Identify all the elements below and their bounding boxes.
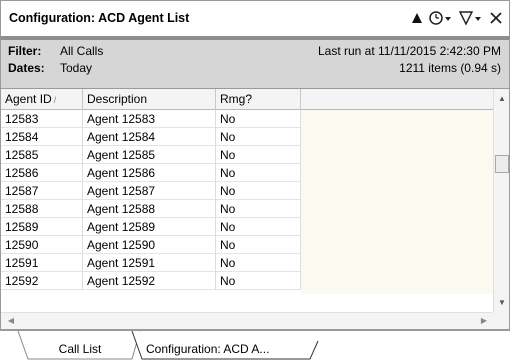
table-row[interactable]: 12587 Agent 12587 No [1,182,301,200]
agent-grid: Agent ID / Description Rmg? 12583 Agent 12… [0,88,510,330]
sort-indicator-icon: / [53,95,57,105]
cell-rmg: No [216,236,301,254]
tab-configuration[interactable]: Configuration: ACD A... [140,339,310,359]
table-row[interactable]: 12591 Agent 12591 No [1,254,301,272]
horizontal-scrollbar[interactable]: ◀ ▶ [1,312,494,329]
cell-description: Agent 12583 [83,110,216,128]
tab-call-list[interactable]: Call List [30,339,130,359]
cell-description: Agent 12591 [83,254,216,272]
clock-dropdown-icon[interactable] [429,8,453,28]
cell-description: Agent 12588 [83,200,216,218]
vertical-scrollbar[interactable]: ▲ ▼ [493,89,509,313]
table-row[interactable]: 12588 Agent 12588 No [1,200,301,218]
scrollbar-corner [492,312,509,329]
grid-empty-area [301,110,494,294]
scroll-right-icon[interactable]: ▶ [476,313,492,329]
up-triangle-icon[interactable] [411,8,423,28]
cell-rmg: No [216,128,301,146]
table-row[interactable]: 12583 Agent 12583 No [1,110,301,128]
cell-agent-id: 12583 [1,110,83,128]
cell-rmg: No [216,200,301,218]
filter-row: Filter: All Calls [8,44,103,60]
cell-rmg: No [216,272,301,290]
vertical-scroll-thumb[interactable] [495,155,509,173]
cell-rmg: No [216,146,301,164]
cell-description: Agent 12590 [83,236,216,254]
table-row[interactable]: 12592 Agent 12592 No [1,272,301,290]
cell-rmg: No [216,164,301,182]
filter-value: All Calls [60,44,104,58]
scroll-down-icon[interactable]: ▼ [494,295,509,311]
dates-label: Dates: [8,61,45,75]
dates-value: Today [60,61,93,75]
cell-rmg: No [216,254,301,272]
window-title: Configuration: ACD Agent List [9,11,190,25]
cell-description: Agent 12587 [83,182,216,200]
filter-dropdown-icon[interactable] [459,8,483,28]
cell-agent-id: 12586 [1,164,83,182]
last-run-text: Last run at 11/11/2015 2:42:30 PM [317,44,501,58]
filter-label: Filter: [8,44,42,58]
window-titlebar: Configuration: ACD Agent List [0,0,510,36]
cell-description: Agent 12585 [83,146,216,164]
cell-agent-id: 12588 [1,200,83,218]
cell-agent-id: 12585 [1,146,83,164]
column-header-agent-id[interactable]: Agent ID / [1,89,83,110]
table-row[interactable]: 12586 Agent 12586 No [1,164,301,182]
column-header-description[interactable]: Description [83,89,216,110]
scroll-up-icon[interactable]: ▲ [494,91,509,107]
table-row[interactable]: 12585 Agent 12585 No [1,146,301,164]
report-info-bar: Filter: All Calls Dates: Today Last run … [0,36,510,88]
cell-rmg: No [216,182,301,200]
cell-agent-id: 12592 [1,272,83,290]
cell-agent-id: 12587 [1,182,83,200]
grid-rows: 12583 Agent 12583 No 12584 Agent 12584 No 1258… [1,110,301,290]
cell-description: Agent 12586 [83,164,216,182]
cell-description: Agent 12592 [83,272,216,290]
cell-agent-id: 12590 [1,236,83,254]
close-icon[interactable] [489,8,503,28]
cell-description: Agent 12589 [83,218,216,236]
cell-agent-id: 12584 [1,128,83,146]
bottom-tab-bar: Call List Configuration: ACD A... [0,330,510,362]
grid-header: Agent ID / Description Rmg? [1,89,509,110]
table-row[interactable]: 12584 Agent 12584 No [1,128,301,146]
cell-description: Agent 12584 [83,128,216,146]
table-row[interactable]: 12590 Agent 12590 No [1,236,301,254]
table-row[interactable]: 12589 Agent 12589 No [1,218,301,236]
cell-agent-id: 12591 [1,254,83,272]
cell-rmg: No [216,218,301,236]
items-count-text: 1211 items (0.94 s) [399,61,501,75]
cell-agent-id: 12589 [1,218,83,236]
dates-row: Dates: Today [8,61,92,77]
scroll-left-icon[interactable]: ◀ [3,313,19,329]
cell-rmg: No [216,110,301,128]
column-header-rmg[interactable]: Rmg? [216,89,301,110]
title-toolbar [411,8,503,28]
